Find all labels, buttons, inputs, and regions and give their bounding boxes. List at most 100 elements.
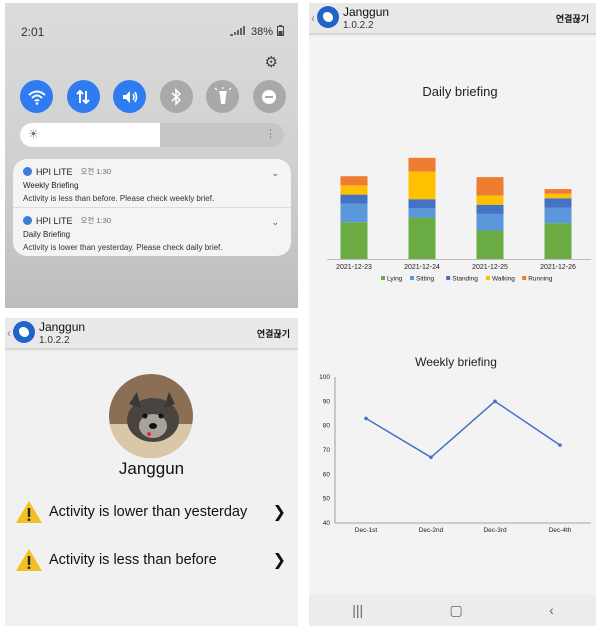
weekly-chart-title: Weekly briefing — [415, 355, 497, 369]
app-version: 1.0.2.2 — [343, 20, 374, 31]
bar-segment-walking — [340, 185, 368, 195]
notification-title: Daily Briefing — [23, 230, 71, 239]
alert-text: Activity is less than before — [49, 552, 217, 568]
legend-label: Sitting — [416, 276, 434, 283]
sound-icon — [122, 90, 137, 103]
notification-daily[interactable]: HPI LITE 오전 1:30 Daily Briefing Activity… — [13, 207, 291, 256]
weekly-series-line — [365, 400, 561, 459]
weekly-y-tick-label: 50 — [323, 496, 331, 503]
sound-toggle[interactable] — [113, 80, 147, 113]
alert-text: Activity is lower than yesterday — [49, 504, 248, 520]
weekly-x-tick-label: Dec-1st — [355, 527, 378, 534]
alert-row-daily[interactable]: Activity is lower than yesterday ❯ — [15, 498, 290, 526]
app-icon — [23, 216, 32, 225]
bar-segment-walking — [476, 195, 504, 205]
bar-segment-standing — [340, 194, 368, 204]
weekly-y-tick-label: 60 — [323, 471, 331, 478]
wifi-toggle[interactable] — [20, 80, 53, 113]
legend-label: Walking — [492, 276, 515, 283]
weekly-data-point — [493, 399, 497, 404]
bar-segment-standing — [476, 204, 504, 214]
back-icon[interactable]: ‹ — [549, 602, 554, 618]
do-not-disturb-icon — [262, 89, 277, 104]
warning-icon — [16, 549, 42, 571]
disconnect-button[interactable]: 연결끊기 — [257, 327, 290, 340]
briefing-screen: ‹ Janggun 1.0.2.2 연결끊기 Daily briefing 20… — [309, 3, 596, 626]
bar-segment-lying — [544, 223, 572, 259]
notification-weekly[interactable]: HPI LITE 오전 1:30 Weekly Briefing Activit… — [13, 159, 291, 207]
legend-label: Lying — [387, 276, 403, 283]
bar-segment-running — [476, 177, 504, 196]
pet-name: Janggun — [118, 459, 185, 478]
legend-label: Running — [528, 276, 553, 283]
bar-segment-sitting — [476, 213, 504, 231]
battery-text: 38% — [250, 26, 273, 38]
legend-swatch — [522, 276, 527, 280]
bar-segment-sitting — [340, 203, 368, 223]
weekly-x-tick-label: Dec-4th — [549, 527, 572, 534]
data-transfer-icon — [76, 89, 90, 104]
brightness-sun-icon: ☀ — [28, 127, 39, 141]
disconnect-button[interactable]: 연결끊기 — [556, 12, 589, 25]
legend-swatch — [381, 276, 385, 280]
bar-segment-walking — [544, 193, 572, 199]
device-name: Janggun — [39, 320, 86, 334]
app-icon — [23, 167, 32, 176]
weekly-y-tick-label: 100 — [319, 374, 330, 381]
daily-bars: 2021-12-23 2021-12-24 2021-12-25 2021-12-26 — [327, 157, 591, 271]
notification-app-name: HPI LITE — [36, 166, 73, 177]
back-chevron-icon[interactable]: ‹ — [7, 326, 11, 340]
weekly-x-tick-label: Dec-3rd — [483, 527, 507, 534]
expand-chevron-icon[interactable]: ⌄ — [271, 217, 279, 228]
legend-swatch — [410, 276, 414, 280]
bar-segment-running — [340, 176, 368, 186]
daily-x-tick-label: 2021-12-26 — [540, 264, 576, 271]
do-not-disturb-toggle[interactable] — [252, 80, 286, 113]
notification-group: HPI LITE 오전 1:30 Weekly Briefing Activit… — [13, 159, 291, 256]
weekly-data-point — [558, 443, 562, 447]
bar-segment-running — [408, 157, 436, 172]
device-name: Janggun — [343, 5, 390, 19]
settings-gear-icon[interactable]: ⚙ — [265, 53, 278, 71]
brightness-slider[interactable]: ☀ ⋮ — [20, 123, 284, 147]
bar-segment-running — [544, 189, 572, 194]
more-options-icon[interactable]: ⋮ — [265, 127, 276, 140]
bar-segment-standing — [544, 198, 572, 208]
charts-canvas: Daily briefing 2021-12-23 2021-12-24 2021-… — [319, 84, 591, 534]
notification-time: 오전 1:30 — [80, 216, 111, 225]
alert-row-weekly[interactable]: Activity is less than before ❯ — [15, 546, 290, 574]
recent-apps-icon[interactable]: ||| — [352, 602, 363, 618]
legend-label: Standing — [452, 276, 478, 283]
flashlight-toggle[interactable] — [206, 80, 240, 113]
daily-x-tick-label: 2021-12-23 — [336, 264, 372, 271]
status-time: 2:01 — [21, 25, 45, 39]
chevron-right-icon: ❯ — [272, 504, 286, 521]
notification-body: Activity is lower than yesterday. Please… — [23, 243, 223, 252]
notification-time: 오전 1:30 — [80, 167, 111, 176]
notification-body: Activity is less than before. Please che… — [23, 194, 215, 203]
quick-settings — [20, 80, 286, 113]
warning-icon — [16, 501, 42, 523]
weekly-line-chart: 100 90 80 70 60 50 40 Dec-1st Dec-2nd Dec-3rd Dec-… — [319, 374, 591, 534]
signal-icon — [229, 25, 247, 39]
expand-chevron-icon[interactable]: ⌄ — [271, 168, 279, 179]
mobile-data-toggle[interactable] — [66, 80, 100, 113]
bar-segment-walking — [408, 171, 436, 200]
app-logo-icon — [317, 6, 339, 28]
home-icon[interactable]: ▢ — [450, 602, 463, 619]
bluetooth-toggle[interactable] — [159, 80, 193, 113]
weekly-y-tick-label: 40 — [323, 520, 331, 527]
app-logo-icon — [13, 321, 35, 343]
daily-x-tick-label: 2021-12-25 — [472, 264, 508, 271]
wifi-icon — [27, 90, 46, 105]
weekly-y-tick-label: 80 — [323, 423, 331, 430]
app-bar: ‹ Janggun 1.0.2.2 연결끊기 — [309, 3, 596, 34]
app-version: 1.0.2.2 — [39, 335, 70, 346]
battery-icon — [277, 25, 284, 39]
daily-legend: Lying Sitting Standing Walking Running — [381, 276, 553, 283]
legend-swatch — [486, 276, 490, 280]
notification-shade: 2:01 38% ⚙ ☀ ⋮ HPI LITE 오전 1:30 Weekly B… — [5, 3, 298, 308]
back-chevron-icon[interactable]: ‹ — [311, 11, 315, 25]
weekly-x-tick-label: Dec-2nd — [419, 527, 444, 534]
bar-segment-lying — [340, 222, 368, 259]
